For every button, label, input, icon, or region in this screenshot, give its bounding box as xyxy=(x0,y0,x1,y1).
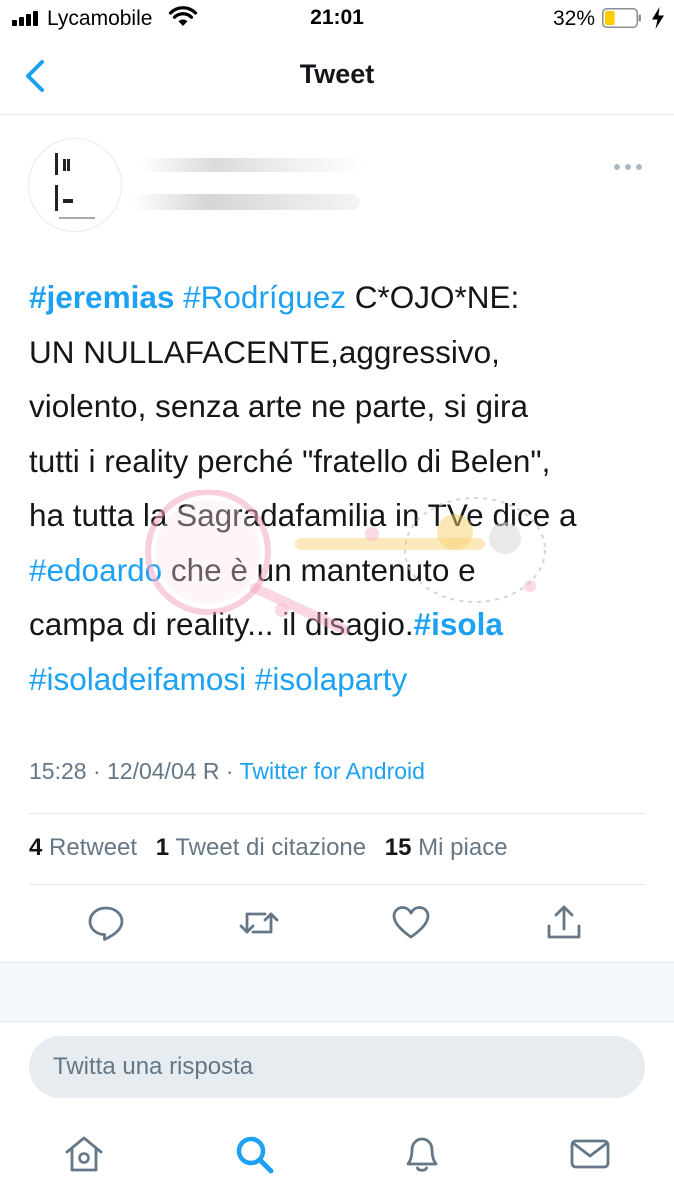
hashtag-link[interactable]: #jeremias xyxy=(29,279,174,315)
battery-icon xyxy=(602,8,641,28)
hashtag-link[interactable]: #isolaparty xyxy=(255,661,407,697)
tweet-text-segment: C*OJO*NE: xyxy=(346,279,520,315)
tweet-text-line: campa di reality... il disagio.#isola xyxy=(29,597,659,652)
hashtag-link[interactable]: #isoladeifamosi xyxy=(29,661,246,697)
charging-icon xyxy=(652,7,664,29)
tweet-text-segment xyxy=(246,661,255,697)
tweet-text-line: violento, senza arte ne parte, si gira xyxy=(29,379,659,434)
tweet-text-segment xyxy=(174,279,183,315)
likes-stat[interactable]: 15 Mi piace xyxy=(385,834,508,861)
tweet-text: #jeremias #Rodríguez C*OJO*NE: UN NULLAFA… xyxy=(29,270,659,706)
tweet-stats: 4 Retweet 1 Tweet di citazione 15 Mi pia… xyxy=(29,834,520,862)
tweet-time: 15:28 · 12/04/04 R · xyxy=(29,758,240,784)
battery-percent: 32% xyxy=(553,7,596,30)
tweet-text-segment: tutti i reality perché "fratello di Bele… xyxy=(29,442,551,479)
like-icon[interactable] xyxy=(390,902,432,944)
tweet-text-line: UN NULLAFACENTE,aggressivo, xyxy=(29,325,659,380)
hashtag-link[interactable]: #edoardo xyxy=(29,552,162,588)
tweet-text-segment: ha tutta la Sagradafamilia in TVe dice a xyxy=(29,497,577,533)
messages-icon[interactable] xyxy=(568,1132,612,1176)
page-title: Tweet xyxy=(299,59,375,89)
hashtag-link[interactable]: #Rodríguez xyxy=(183,279,346,315)
more-options-icon[interactable] xyxy=(614,162,642,172)
author-name-redacted[interactable] xyxy=(140,158,365,172)
status-bar: Lycamobile 21:01 32% xyxy=(0,0,674,40)
author-handle-redacted xyxy=(132,194,360,210)
reply-icon[interactable] xyxy=(85,902,127,944)
tweet-timestamp: 15:28 · 12/04/04 R · Twitter for Android xyxy=(29,758,425,785)
tweet-text-line: tutti i reality perché "fratello di Bele… xyxy=(29,434,659,489)
retweets-stat[interactable]: 4 Retweet xyxy=(29,834,137,861)
home-icon[interactable] xyxy=(62,1132,106,1176)
tweet-text-segment: campa di reality... il disagio. xyxy=(29,606,414,642)
avatar[interactable] xyxy=(28,138,122,232)
tweet-text-segment: UN NULLAFACENTE,aggressivo, xyxy=(29,333,500,370)
retweet-icon[interactable] xyxy=(238,902,280,944)
reply-input[interactable]: Twitta una risposta xyxy=(29,1036,645,1098)
divider xyxy=(29,813,645,814)
tweet-text-line: #edoardo che è un mantenuto e xyxy=(29,543,659,598)
hashtag-link[interactable]: #isola xyxy=(414,606,503,642)
tweet-text-line: #jeremias #Rodríguez C*OJO*NE: xyxy=(29,270,659,325)
nav-bar: Tweet xyxy=(0,40,674,115)
reply-placeholder: Twitta una risposta xyxy=(53,1053,254,1080)
tweet-text-line: ha tutta la Sagradafamilia in TVe dice a xyxy=(29,488,659,543)
tweet-text-segment: violento, senza arte ne parte, si gira xyxy=(29,388,529,424)
tweet-source-link[interactable]: Twitter for Android xyxy=(240,758,425,784)
section-separator xyxy=(0,962,674,1022)
quotes-stat[interactable]: 1 Tweet di citazione xyxy=(156,834,366,861)
search-icon[interactable] xyxy=(232,1132,276,1176)
divider xyxy=(29,884,645,885)
share-icon[interactable] xyxy=(543,902,585,944)
tweet-text-segment: che è un mantenuto e xyxy=(162,551,476,588)
tweet-text-line: #isoladeifamosi #isolaparty xyxy=(29,652,659,707)
notifications-icon[interactable] xyxy=(400,1132,444,1176)
